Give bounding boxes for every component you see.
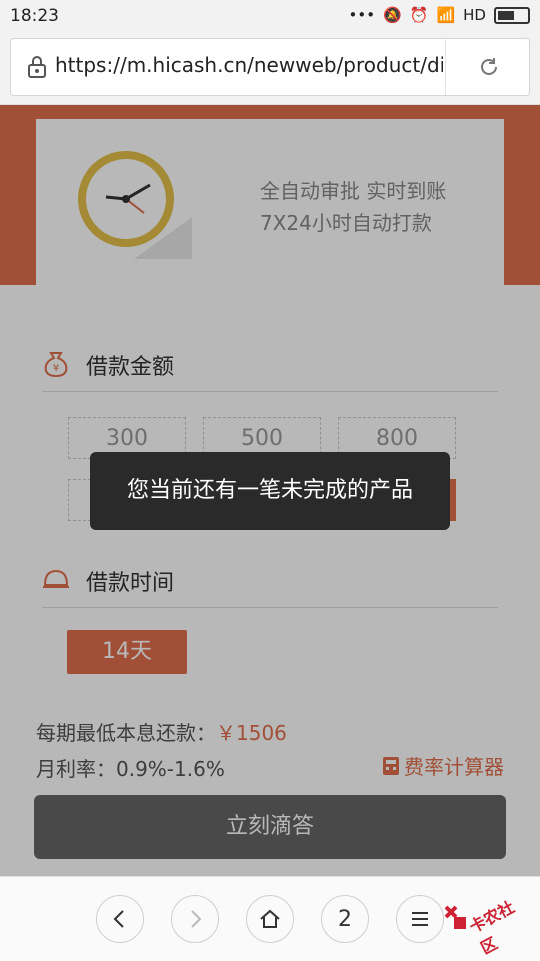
watermark-text: 卡农社区 — [466, 897, 518, 958]
wifi-icon: 📶 — [436, 6, 456, 24]
dim-overlay — [0, 285, 540, 876]
home-icon — [260, 909, 280, 928]
more-dots-icon: ••• — [348, 6, 376, 24]
status-bar: 18:23 ••• 🔕 ⏰ 📶 HD — [0, 0, 540, 32]
mute-icon: 🔕 — [383, 6, 402, 24]
home-button[interactable] — [246, 895, 294, 943]
watermark-logo: 卡农社区 — [442, 883, 534, 958]
url-field[interactable]: https://m.hicash.cn/newweb/product/dida — [10, 38, 530, 96]
address-bar: https://m.hicash.cn/newweb/product/dida — [0, 32, 540, 105]
alarm-icon: ⏰ — [409, 6, 429, 24]
lock-icon — [28, 56, 46, 78]
menu-button[interactable] — [396, 895, 444, 943]
battery-icon — [494, 6, 530, 24]
browser-bottom-nav: 2 卡农社区 — [0, 876, 540, 961]
status-icons: ••• 🔕 ⏰ 📶 HD — [349, 6, 530, 24]
menu-icon — [412, 912, 428, 926]
network-label: HD — [463, 6, 486, 24]
divider — [445, 39, 446, 95]
chevron-right-icon — [191, 910, 202, 928]
tabs-count: 2 — [338, 906, 352, 932]
dim-overlay-top — [0, 105, 540, 285]
reload-icon[interactable] — [477, 55, 501, 79]
chevron-left-icon — [113, 910, 124, 928]
tabs-button[interactable]: 2 — [321, 895, 369, 943]
status-time: 18:23 — [10, 6, 59, 26]
toast-message: 您当前还有一笔未完成的产品 — [90, 452, 450, 530]
back-button[interactable] — [96, 895, 144, 943]
url-text[interactable]: https://m.hicash.cn/newweb/product/dida — [55, 53, 443, 77]
forward-button[interactable] — [171, 895, 219, 943]
